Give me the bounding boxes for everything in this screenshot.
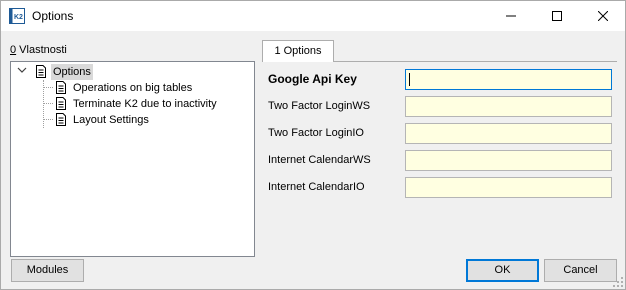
tree-connector (43, 87, 53, 88)
tree-item-label: Operations on big tables (73, 82, 193, 94)
minimize-button[interactable] (488, 1, 534, 31)
properties-label-text: Vlastnosti (16, 44, 67, 56)
two-factor-login-io-input[interactable] (405, 123, 612, 144)
chevron-down-icon[interactable] (17, 65, 27, 75)
document-icon (56, 113, 66, 126)
internet-calendar-ws-label: Internet CalendarWS (268, 154, 371, 166)
two-factor-login-io-label: Two Factor LoginIO (268, 127, 364, 139)
tree-connector (43, 119, 53, 120)
options-tree[interactable]: Options Operations on big tables Termina… (10, 61, 255, 257)
close-button[interactable] (580, 1, 626, 31)
internet-calendar-io-label: Internet CalendarIO (268, 181, 365, 193)
document-icon (56, 81, 66, 94)
properties-label: 0 Vlastnosti (10, 44, 67, 56)
maximize-button[interactable] (534, 1, 580, 31)
tree-connector (43, 103, 53, 104)
close-icon (598, 11, 608, 21)
k2-app-icon: K2 (9, 8, 25, 24)
cancel-button[interactable]: Cancel (544, 259, 617, 282)
two-factor-login-ws-label: Two Factor LoginWS (268, 100, 371, 112)
ok-button[interactable]: OK (466, 259, 539, 282)
options-dialog: K2 Options 0 Vlastnosti Options Operatio… (0, 0, 626, 290)
svg-text:K2: K2 (14, 14, 23, 21)
tree-item-label: Terminate K2 due to inactivity (73, 98, 217, 110)
document-icon (56, 97, 66, 110)
google-api-key-input[interactable] (405, 69, 612, 90)
tree-item-label: Options (51, 64, 93, 80)
window-title: Options (32, 9, 74, 23)
two-factor-login-ws-input[interactable] (405, 96, 612, 117)
tree-item-label: Layout Settings (73, 114, 149, 126)
resize-grip-icon[interactable] (613, 277, 623, 287)
text-caret (409, 73, 410, 86)
internet-calendar-ws-input[interactable] (405, 150, 612, 171)
tab-options[interactable]: 1 Options (262, 40, 334, 62)
document-icon (36, 65, 46, 78)
modules-button[interactable]: Modules (11, 259, 84, 282)
minimize-icon (506, 15, 516, 17)
maximize-icon (552, 11, 562, 21)
google-api-key-label: Google Api Key (268, 72, 357, 86)
tab-divider (334, 61, 617, 62)
title-bar[interactable]: K2 Options (1, 1, 625, 31)
internet-calendar-io-input[interactable] (405, 177, 612, 198)
